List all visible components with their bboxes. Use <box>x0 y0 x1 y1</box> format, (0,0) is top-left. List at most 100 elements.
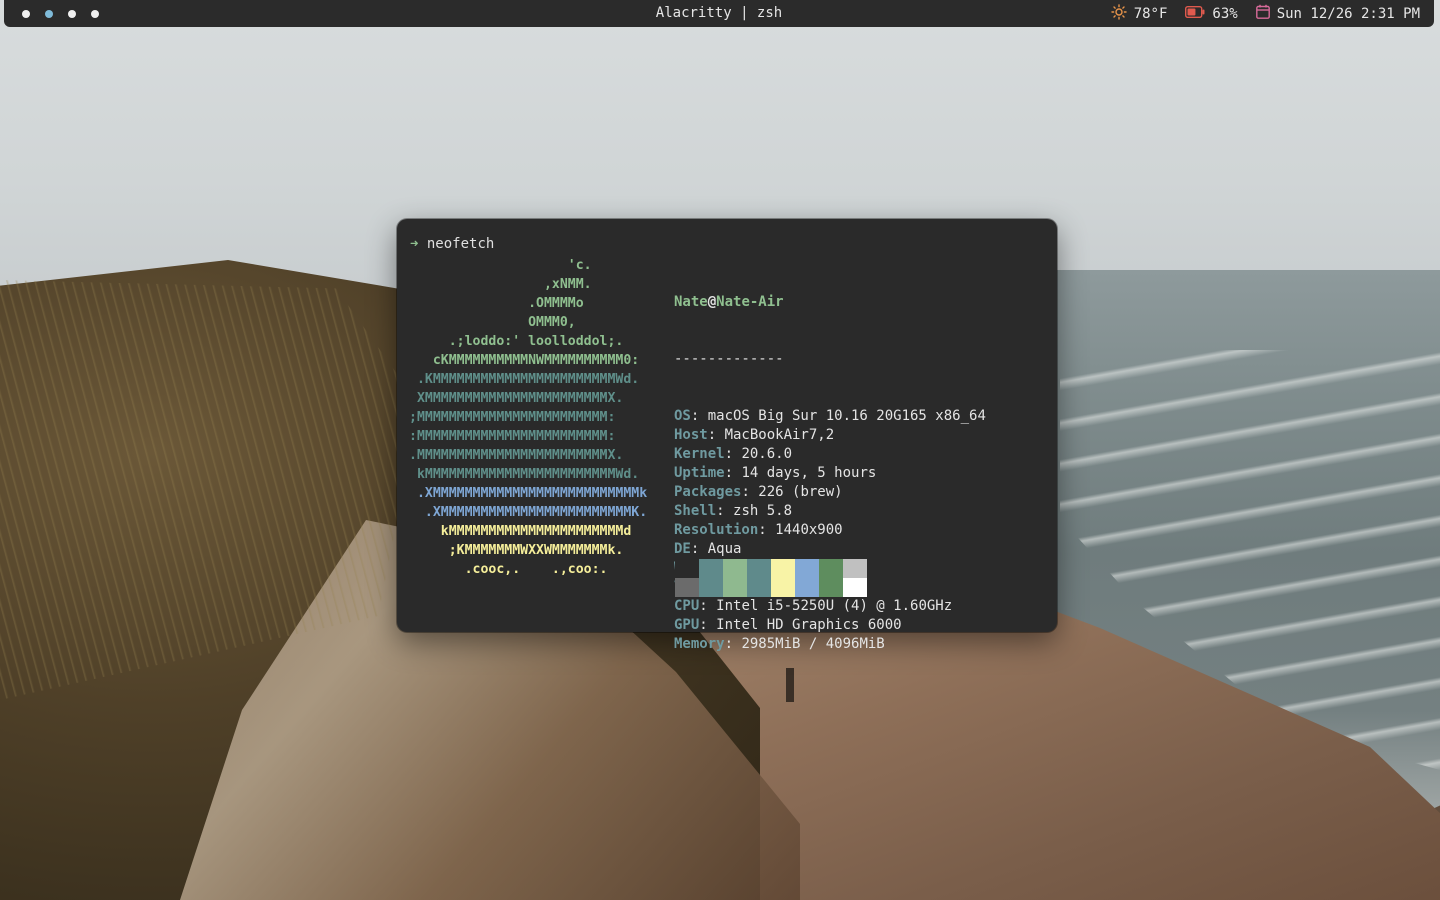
info-colon: : <box>724 636 742 652</box>
prompt-line: ➜ neofetch <box>410 236 494 252</box>
info-colon: : <box>716 503 734 519</box>
info-value: macOS Big Sur 10.16 20G165 x86_64 <box>707 408 986 424</box>
info-value: 1440x900 <box>775 522 843 538</box>
info-colon: : <box>690 541 708 557</box>
info-colon: : <box>741 484 759 500</box>
palette-swatch-bottom <box>819 578 843 597</box>
info-value: 2985MiB / 4096MiB <box>741 636 885 652</box>
info-row: Kernel: 20.6.0 <box>674 445 986 464</box>
info-value: zsh 5.8 <box>733 503 793 519</box>
info-list: OS: macOS Big Sur 10.16 20G165 x86_64 Hos… <box>674 407 986 654</box>
ascii-line: .cooc,. .,coo:. <box>409 562 608 577</box>
ascii-line: kMMMMMMMMMMMMMMMMMMMMMMMMWd. <box>409 467 640 482</box>
info-row: DE: Aqua <box>674 540 986 559</box>
info-key: Kernel <box>674 446 725 462</box>
weather-text: 78°F <box>1133 5 1168 22</box>
palette-swatch-bottom <box>699 578 723 597</box>
battery-text: 63% <box>1212 5 1238 22</box>
info-colon: : <box>758 522 776 538</box>
sun-icon <box>1110 3 1127 24</box>
apple-ascii-logo: 'c. ,xNMM. .OMMMMo OMMM0, .;loddo:' lool… <box>409 256 647 579</box>
palette-swatch-top <box>723 559 747 578</box>
info-key: Memory <box>674 636 725 652</box>
palette-swatch-bottom <box>675 578 699 597</box>
info-colon: : <box>707 427 725 443</box>
info-key: OS <box>674 408 691 424</box>
battery-widget[interactable]: 63% <box>1185 5 1238 22</box>
info-row: CPU: Intel i5-5250U (4) @ 1.60GHz <box>674 597 986 616</box>
info-value: 226 (brew) <box>758 484 843 500</box>
palette-swatch-top <box>747 559 771 578</box>
info-value: MacBookAir7,2 <box>724 427 835 443</box>
info-row: Uptime: 14 days, 5 hours <box>674 464 986 483</box>
color-palette <box>675 559 867 597</box>
datetime-text: Sun 12/26 2:31 PM <box>1276 5 1420 22</box>
ascii-line: XMMMMMMMMMMMMMMMMMMMMMMMX. <box>409 391 624 406</box>
ascii-line: .XMMMMMMMMMMMMMMMMMMMMMMMMK. <box>409 505 648 520</box>
info-colon: : <box>699 617 717 633</box>
ascii-line: :MMMMMMMMMMMMMMMMMMMMMMMM: <box>409 429 616 444</box>
palette-swatch-bottom <box>771 578 795 597</box>
prompt-arrow: ➜ <box>410 236 419 252</box>
status-bar: Alacritty | zsh 78°F 63% Sun 12/26 2:31 … <box>4 0 1434 27</box>
info-key: CPU <box>674 598 700 614</box>
datetime-widget[interactable]: Sun 12/26 2:31 PM <box>1255 4 1420 23</box>
ascii-line: cKMMMMMMMMMMNWMMMMMMMMMM0: <box>409 353 640 368</box>
calendar-icon <box>1255 4 1270 23</box>
info-row: GPU: Intel HD Graphics 6000 <box>674 616 986 635</box>
ascii-line: .OMMMMo <box>409 296 584 311</box>
info-row: OS: macOS Big Sur 10.16 20G165 x86_64 <box>674 407 986 426</box>
info-colon: : <box>690 408 708 424</box>
info-value: 20.6.0 <box>741 446 793 462</box>
info-colon: : <box>724 465 742 481</box>
palette-swatch-top <box>795 559 819 578</box>
ascii-line: 'c. <box>409 258 592 273</box>
palette-swatch-top <box>675 559 699 578</box>
at-sign: @ <box>707 294 717 310</box>
ascii-line: ;KMMMMMMMWXXWMMMMMMMk. <box>409 543 624 558</box>
info-key: Host <box>674 427 708 443</box>
palette-swatch-top <box>843 559 867 578</box>
info-key: Packages <box>674 484 742 500</box>
info-row: Memory: 2985MiB / 4096MiB <box>674 635 986 654</box>
info-colon: : <box>724 446 742 462</box>
info-key: DE <box>674 541 691 557</box>
info-value: Intel i5-5250U (4) @ 1.60GHz <box>716 598 953 614</box>
info-key: GPU <box>674 617 700 633</box>
info-key: Uptime <box>674 465 725 481</box>
terminal-window[interactable]: ➜ neofetch 'c. ,xNMM. .OMMMMo OMMM0, .;l… <box>397 219 1057 652</box>
palette-swatch-top <box>819 559 843 578</box>
info-key: Shell <box>674 503 717 519</box>
info-colon: : <box>699 598 717 614</box>
user-host: Nate@Nate-Air <box>674 293 986 312</box>
ascii-line: .XMMMMMMMMMMMMMMMMMMMMMMMMMMk <box>409 486 648 501</box>
info-row: Resolution: 1440x900 <box>674 521 986 540</box>
palette-swatch-top <box>699 559 723 578</box>
ascii-line: OMMM0, <box>409 315 576 330</box>
username: Nate <box>674 294 708 310</box>
ascii-line: ;MMMMMMMMMMMMMMMMMMMMMMMM: <box>409 410 616 425</box>
ascii-line: ,xNMM. <box>409 277 592 292</box>
battery-icon <box>1185 5 1205 22</box>
ascii-line: .KMMMMMMMMMMMMMMMMMMMMMMMWd. <box>409 372 640 387</box>
info-value: Intel HD Graphics 6000 <box>716 617 902 633</box>
info-value: Aqua <box>707 541 742 557</box>
info-row: Packages: 226 (brew) <box>674 483 986 502</box>
hostname: Nate-Air <box>716 294 784 310</box>
ascii-line: .;loddo:' loolloddol;. <box>409 334 624 349</box>
info-row: Shell: zsh 5.8 <box>674 502 986 521</box>
status-items: 78°F 63% Sun 12/26 2:31 PM <box>1110 0 1420 27</box>
palette-swatch-bottom <box>723 578 747 597</box>
palette-swatch-bottom <box>795 578 819 597</box>
ascii-line: kMMMMMMMMMMMMMMMMMMMMMMd <box>409 524 632 539</box>
palette-swatch-bottom <box>843 578 867 597</box>
system-info: Nate@Nate-Air ------------- OS: macOS Bi… <box>674 255 986 692</box>
command-text: neofetch <box>426 236 495 252</box>
palette-swatch-bottom <box>747 578 771 597</box>
info-row: Host: MacBookAir7,2 <box>674 426 986 445</box>
info-key: Resolution <box>674 522 759 538</box>
info-value: 14 days, 5 hours <box>741 465 877 481</box>
palette-swatch-top <box>771 559 795 578</box>
ascii-line: .MMMMMMMMMMMMMMMMMMMMMMMMX. <box>409 448 624 463</box>
weather-widget[interactable]: 78°F <box>1110 3 1168 24</box>
